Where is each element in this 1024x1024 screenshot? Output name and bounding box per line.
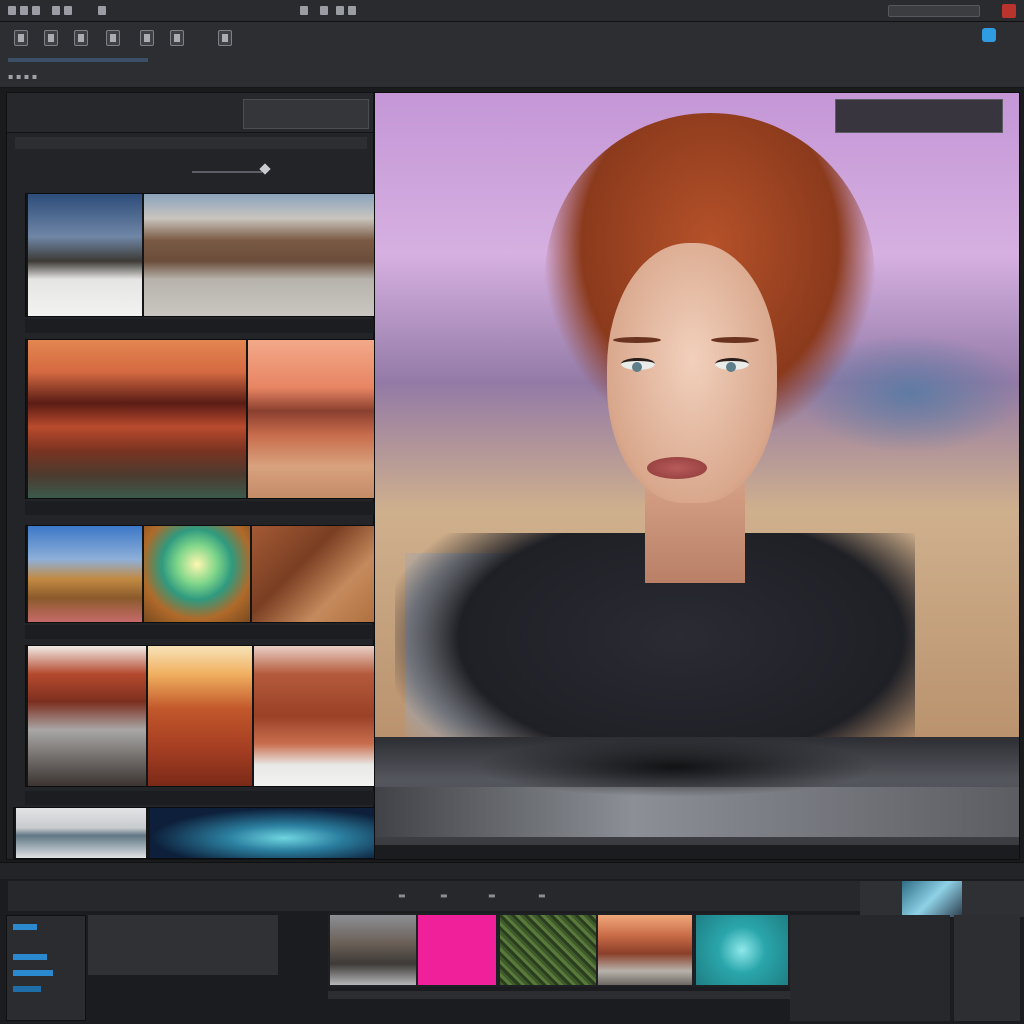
menu-bar: [0, 0, 1024, 22]
thumbnail[interactable]: [28, 646, 146, 786]
thumbnail[interactable]: [16, 808, 146, 858]
right-brow: [711, 337, 759, 343]
close-icon[interactable]: [1002, 4, 1016, 18]
row-caption: [25, 319, 375, 333]
right-eye: [715, 358, 749, 372]
browser-panel: [6, 92, 375, 860]
thumbnail[interactable]: [28, 526, 142, 622]
bottom-header: [0, 863, 1024, 879]
text-tool-icon[interactable]: [140, 30, 154, 46]
thumbnail-tray: [328, 913, 790, 987]
row-caption: [25, 501, 375, 515]
tray-thumbnail[interactable]: [330, 915, 416, 985]
tray-thumbnail[interactable]: [500, 915, 596, 985]
row-caption: [25, 625, 375, 639]
property-slider[interactable]: [13, 986, 41, 992]
eraser-tool-icon[interactable]: [106, 30, 120, 46]
thumbnail-row: [25, 525, 375, 623]
sub-toolbar-icons: ▪ ▪ ▪ ▪: [8, 72, 38, 81]
layers-panel: [790, 915, 950, 1021]
property-slider[interactable]: [13, 954, 47, 960]
browser-subheader: [15, 137, 367, 149]
view-icon[interactable]: [32, 6, 40, 15]
grid-icon[interactable]: [336, 6, 344, 15]
tab-1[interactable]: ▬: [398, 891, 406, 900]
layer-icon[interactable]: [64, 6, 72, 15]
bottom-tabs: ▬ ▬ ▬ ▬: [8, 881, 860, 911]
properties-panel: [6, 915, 86, 1021]
window-icon[interactable]: [98, 6, 106, 15]
hand-icon[interactable]: [320, 6, 328, 15]
thumbnail[interactable]: [248, 340, 374, 498]
histogram-panel: [88, 915, 278, 975]
property-slider[interactable]: [13, 924, 37, 930]
tray-thumbnail[interactable]: [598, 915, 692, 985]
thumbnail[interactable]: [28, 340, 246, 498]
thumbnail-row: [25, 339, 375, 499]
image-icon[interactable]: [52, 6, 60, 15]
tab-4[interactable]: ▬: [538, 891, 546, 900]
thumbnail[interactable]: [148, 646, 252, 786]
image-preview[interactable]: [374, 92, 1020, 860]
progress-bar: [8, 58, 148, 62]
thumbnail[interactable]: [150, 808, 374, 858]
shape-tool-icon[interactable]: [170, 30, 184, 46]
thumbnail[interactable]: [254, 646, 374, 786]
thumbnail-row: [13, 807, 375, 859]
bottom-panel: ▬ ▬ ▬ ▬: [0, 862, 1024, 1024]
search-input[interactable]: [888, 5, 980, 17]
filmstrip-shadow: [475, 737, 875, 797]
tab-3[interactable]: ▬: [488, 891, 496, 900]
tray-thumbnail[interactable]: [696, 915, 788, 985]
thumbnail-row: [25, 645, 375, 787]
tab-2[interactable]: ▬: [440, 891, 448, 900]
thumbnail-row: [25, 193, 375, 317]
browser-header: [7, 93, 373, 133]
settings-icon[interactable]: [348, 6, 356, 15]
property-slider[interactable]: [13, 970, 53, 976]
side-panel: [954, 915, 1020, 1021]
navigator-thumbnail[interactable]: [902, 881, 962, 917]
navigator[interactable]: [860, 881, 1024, 917]
toolbar: ▪ ▪ ▪ ▪: [0, 22, 1024, 88]
left-brow: [613, 337, 661, 343]
thumbnail[interactable]: [144, 194, 374, 316]
thumbnail[interactable]: [28, 194, 142, 316]
subject-lips: [647, 457, 707, 479]
crop-tool-icon[interactable]: [44, 30, 58, 46]
tray-scrollbar[interactable]: [328, 991, 790, 999]
thumbnail[interactable]: [252, 526, 374, 622]
filmstrip[interactable]: [375, 737, 1019, 845]
info-overlay[interactable]: [835, 99, 1003, 133]
tray-thumbnail[interactable]: [418, 915, 496, 985]
layers-tool-icon[interactable]: [218, 30, 232, 46]
left-eye: [621, 358, 655, 372]
filter-field[interactable]: [243, 99, 369, 129]
share-icon[interactable]: [982, 28, 996, 42]
preview-status-bar: [375, 845, 1019, 859]
zoom-icon[interactable]: [300, 6, 308, 15]
brush-tool-icon[interactable]: [74, 30, 88, 46]
thumbnail-size-slider[interactable]: [192, 171, 262, 173]
file-icon[interactable]: [8, 6, 16, 15]
row-caption: [25, 791, 375, 805]
move-tool-icon[interactable]: [14, 30, 28, 46]
edit-icon[interactable]: [20, 6, 28, 15]
preview-photo: [375, 93, 1019, 793]
thumbnail[interactable]: [144, 526, 250, 622]
